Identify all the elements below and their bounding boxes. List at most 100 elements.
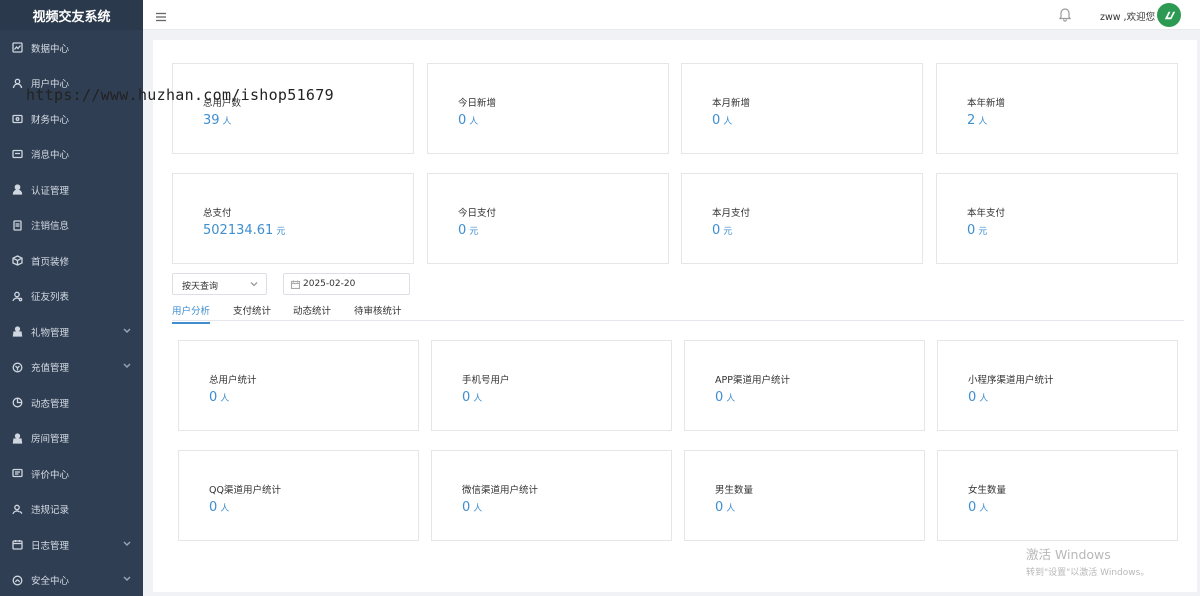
tab-2[interactable]: 动态统计 bbox=[293, 303, 331, 322]
stat-label: 总支付 bbox=[203, 208, 232, 219]
stat-label: 本年支付 bbox=[967, 208, 1006, 219]
payments-summary-card-0: 总支付 502134.61 元 bbox=[172, 173, 414, 264]
windows-activation-title: 激活 Windows bbox=[1026, 547, 1111, 562]
sidebar-item-5[interactable]: 注销信息 bbox=[0, 208, 143, 244]
stat-number: 39 bbox=[203, 113, 220, 128]
users-summary-card-3: 本年新增 2 人 bbox=[936, 63, 1178, 154]
users-summary-card-2: 本月新增 0 人 bbox=[681, 63, 923, 154]
stat-number: 0 bbox=[968, 500, 977, 515]
hamburger-icon[interactable] bbox=[155, 8, 169, 22]
bell-icon[interactable] bbox=[1057, 6, 1075, 24]
stat-label: 今日支付 bbox=[458, 208, 497, 219]
sidebar-item-label: 充值管理 bbox=[31, 363, 70, 375]
room-icon bbox=[12, 433, 23, 444]
users-summary-card-0: 总用户数 39 人 bbox=[172, 63, 414, 154]
sidebar-item-label: 安全中心 bbox=[31, 576, 70, 588]
sidebar-item-8[interactable]: 礼物管理 bbox=[0, 314, 143, 350]
sidebar-menu: 数据中心 用户中心 财务中心 消息中心 认证管理 注销信息 首页装修 征友列表 礼物管理 充值管理… bbox=[0, 30, 143, 596]
stat-number: 0 bbox=[968, 390, 977, 405]
stat-number: 0 bbox=[967, 223, 976, 238]
logo-avatar-icon[interactable] bbox=[1157, 3, 1181, 27]
sidebar-item-label: 房间管理 bbox=[31, 434, 70, 446]
person-solid-icon bbox=[12, 184, 23, 195]
stat-value: 0元 bbox=[712, 223, 732, 238]
sidebar-item-label: 评价中心 bbox=[31, 469, 70, 481]
chevron-down-icon bbox=[123, 326, 131, 337]
query-mode-select[interactable]: 按天查询 bbox=[172, 273, 267, 295]
stat-unit: 人 bbox=[220, 504, 230, 514]
chevron-down-icon bbox=[123, 539, 131, 550]
stat-label: APP渠道用户统计 bbox=[715, 375, 790, 386]
comment-icon bbox=[12, 468, 23, 479]
top-header: zww ,欢迎您 bbox=[143, 0, 1200, 30]
stat-value: 0元 bbox=[967, 223, 987, 238]
tab-0[interactable]: 用户分析 bbox=[172, 303, 211, 324]
user-analysis-card-3: 小程序渠道用户统计 0 人 bbox=[937, 340, 1178, 431]
shield-icon bbox=[12, 575, 23, 586]
main-content: 总用户数 39 人今日新增 0 人本月新增 0 人本年新增 2 人 总支付 502134.61 元今… bbox=[153, 40, 1197, 592]
user-analysis-card-1: 手机号用户 0 人 bbox=[431, 340, 672, 431]
sidebar-item-12[interactable]: 评价中心 bbox=[0, 456, 143, 492]
user-analysis-card-5: 微信渠道用户统计 0 人 bbox=[431, 450, 672, 541]
sidebar-item-15[interactable]: 安全中心 bbox=[0, 563, 143, 596]
sidebar-item-2[interactable]: 财务中心 bbox=[0, 101, 143, 137]
calendar-icon bbox=[290, 280, 301, 292]
tab-3[interactable]: 待审核统计 bbox=[354, 303, 402, 322]
stats-tabs: 用户分析 支付统计 动态统计 待审核统计 bbox=[172, 302, 1184, 324]
stat-label: QQ渠道用户统计 bbox=[209, 485, 281, 496]
user-analysis-card-2: APP渠道用户统计 0 人 bbox=[684, 340, 925, 431]
sidebar-item-10[interactable]: 动态管理 bbox=[0, 385, 143, 421]
sidebar-item-label: 消息中心 bbox=[31, 150, 70, 162]
sidebar-item-label: 日志管理 bbox=[31, 540, 70, 552]
stat-number: 502134.61 bbox=[203, 223, 274, 238]
sidebar-item-7[interactable]: 征友列表 bbox=[0, 279, 143, 315]
stat-label: 今日新增 bbox=[458, 98, 497, 109]
stat-number: 0 bbox=[458, 113, 467, 128]
recharge-icon bbox=[12, 362, 23, 373]
stat-unit: 人 bbox=[979, 394, 989, 404]
sidebar-item-label: 征友列表 bbox=[31, 292, 70, 304]
user-icon bbox=[12, 78, 23, 89]
stat-unit: 人 bbox=[726, 394, 736, 404]
stat-value: 0人 bbox=[209, 500, 229, 515]
stat-number: 0 bbox=[715, 500, 724, 515]
pie-icon bbox=[12, 397, 23, 408]
sidebar-item-label: 认证管理 bbox=[31, 185, 70, 197]
users-summary-card-1: 今日新增 0 人 bbox=[427, 63, 669, 154]
sidebar-item-label: 首页装修 bbox=[31, 256, 70, 268]
welcome-text[interactable]: zww ,欢迎您 bbox=[1100, 9, 1155, 23]
chevron-down-icon bbox=[123, 362, 131, 373]
sidebar-item-4[interactable]: 认证管理 bbox=[0, 172, 143, 208]
sidebar-item-3[interactable]: 消息中心 bbox=[0, 137, 143, 173]
stat-label: 手机号用户 bbox=[462, 375, 510, 386]
query-mode-value: 按天查询 bbox=[182, 282, 219, 292]
sidebar-item-label: 违规记录 bbox=[31, 505, 70, 517]
chart-icon bbox=[12, 42, 23, 53]
sidebar-item-label: 礼物管理 bbox=[31, 327, 70, 339]
sidebar-item-0[interactable]: 数据中心 bbox=[0, 30, 143, 66]
gift-icon bbox=[12, 326, 23, 337]
violation-icon bbox=[12, 504, 23, 515]
stat-value: 0人 bbox=[462, 390, 482, 405]
tab-1[interactable]: 支付统计 bbox=[233, 303, 271, 322]
stat-unit: 人 bbox=[473, 504, 483, 514]
stat-number: 0 bbox=[462, 390, 471, 405]
stat-label: 总用户统计 bbox=[209, 375, 257, 386]
stat-unit: 元 bbox=[276, 227, 286, 237]
user-search-icon bbox=[12, 291, 23, 302]
payments-summary-card-1: 今日支付 0 元 bbox=[427, 173, 669, 264]
stat-label: 本年新增 bbox=[967, 98, 1006, 109]
wallet-icon bbox=[12, 113, 23, 124]
date-value: 2025-02-20 bbox=[303, 279, 356, 289]
sidebar-item-14[interactable]: 日志管理 bbox=[0, 527, 143, 563]
date-picker[interactable]: 2025-02-20 bbox=[283, 273, 410, 295]
stat-value: 0人 bbox=[715, 390, 735, 405]
stat-value: 502134.61 元 bbox=[203, 223, 285, 238]
sidebar-item-11[interactable]: 房间管理 bbox=[0, 421, 143, 457]
sidebar-item-6[interactable]: 首页装修 bbox=[0, 243, 143, 279]
stat-number: 0 bbox=[209, 500, 218, 515]
stat-unit: 人 bbox=[220, 394, 230, 404]
sidebar-item-13[interactable]: 违规记录 bbox=[0, 492, 143, 528]
sidebar-item-9[interactable]: 充值管理 bbox=[0, 350, 143, 386]
calendar-icon bbox=[12, 539, 23, 550]
